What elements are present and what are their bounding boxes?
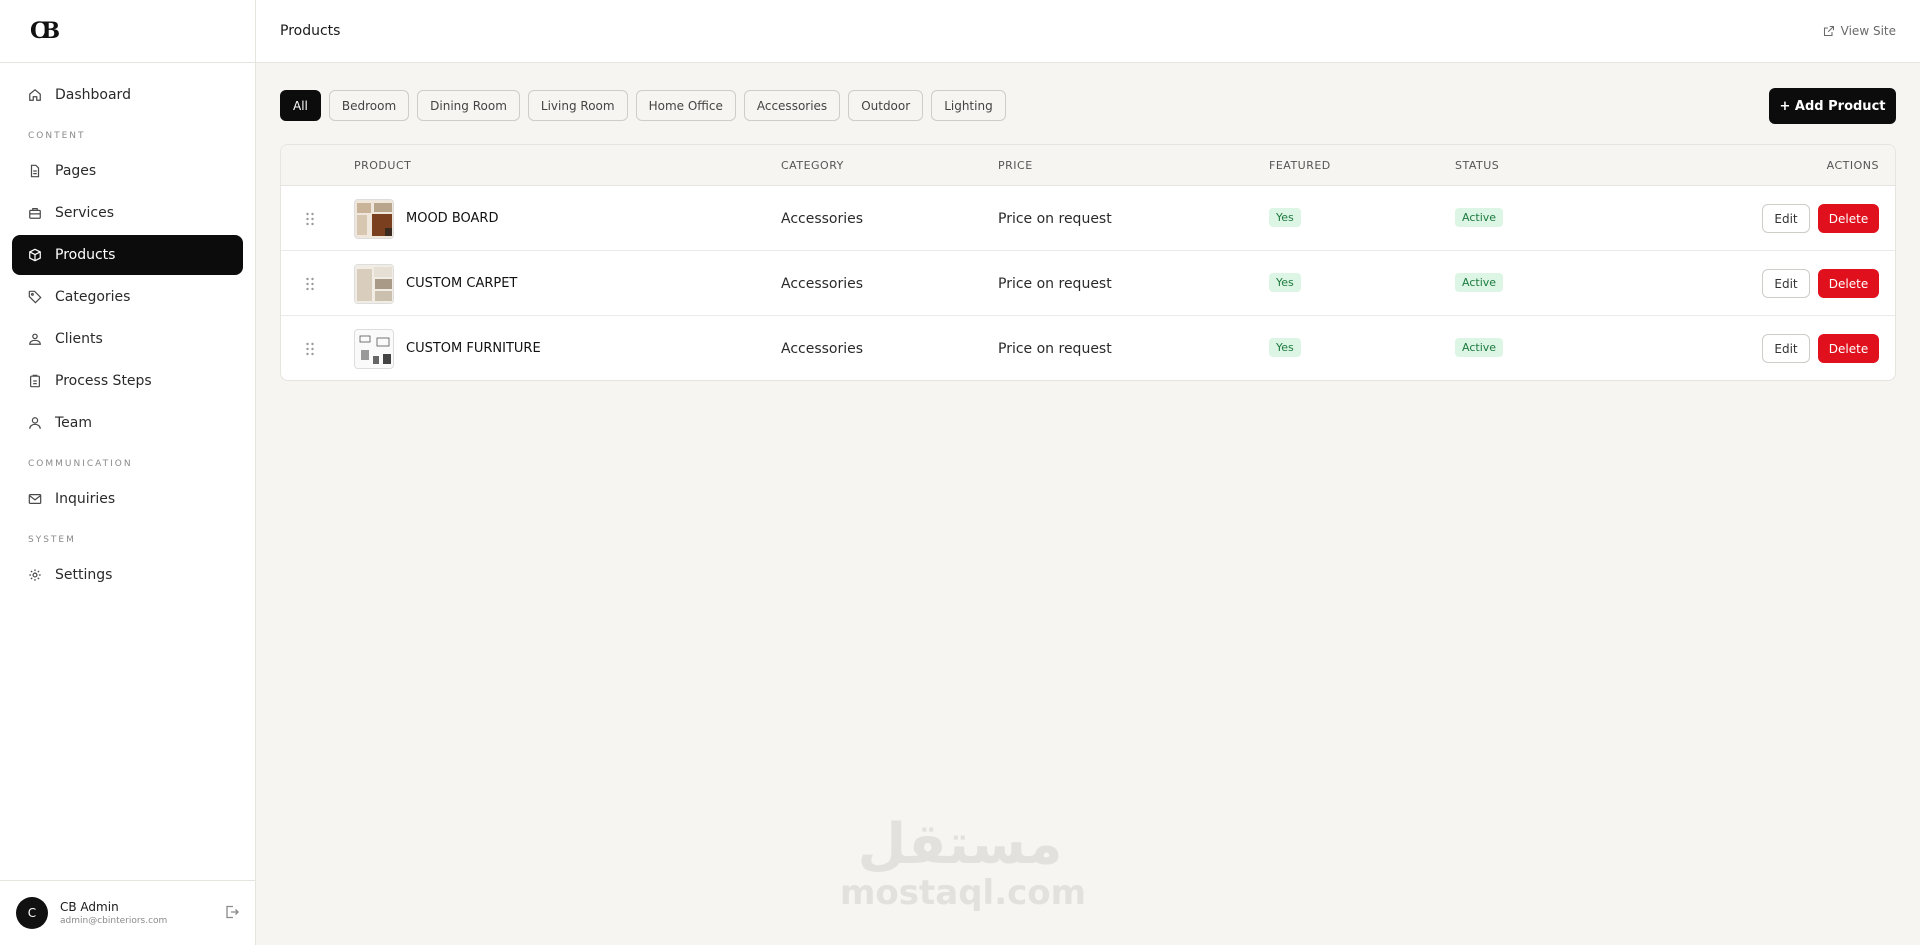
column-header-category[interactable]: CATEGORY (781, 159, 844, 172)
view-site-link[interactable]: View Site (1823, 24, 1896, 38)
sidebar-item-label: Services (55, 205, 115, 221)
edit-button[interactable]: Edit (1762, 269, 1810, 298)
section-content: CONTENT (28, 131, 86, 141)
sidebar-item-products[interactable]: Products (12, 235, 243, 275)
product-category: Accessories (781, 276, 864, 292)
product-thumbnail (354, 329, 394, 369)
table-row: CUSTOM CARPET Accessories Price on reque… (281, 251, 1895, 316)
logout-icon[interactable] (224, 904, 240, 920)
column-header-price[interactable]: PRICE (998, 159, 1033, 172)
edit-button[interactable]: Edit (1762, 204, 1810, 233)
home-icon (28, 88, 42, 102)
sidebar-item-label: Categories (55, 289, 131, 305)
user-name: CB Admin (60, 900, 119, 914)
filter-accessories[interactable]: Accessories (743, 90, 841, 121)
table-row: MOOD BOARD Accessories Price on request … (281, 186, 1895, 251)
section-system: SYSTEM (28, 535, 76, 545)
product-price: Price on request (998, 276, 1112, 292)
delete-button[interactable]: Delete (1818, 204, 1879, 233)
file-icon (28, 164, 42, 178)
filter-lighting[interactable]: Lighting (931, 90, 1006, 121)
sidebar-item-inquiries[interactable]: Inquiries (12, 479, 243, 519)
sidebar-item-label: Clients (55, 331, 103, 347)
delete-button[interactable]: Delete (1818, 334, 1879, 363)
product-name: MOOD BOARD (406, 211, 499, 226)
filter-outdoor[interactable]: Outdoor (848, 90, 924, 121)
user-email: admin@cbinteriors.com (60, 916, 168, 926)
sidebar-item-label: Products (55, 247, 116, 263)
view-site-label: View Site (1840, 24, 1896, 38)
section-communication: COMMUNICATION (28, 459, 133, 469)
add-product-button[interactable]: + Add Product (1769, 88, 1896, 124)
logo[interactable]: CB (30, 18, 60, 44)
sidebar-item-team[interactable]: Team (12, 403, 243, 443)
filter-bedroom[interactable]: Bedroom (328, 90, 410, 121)
product-name: CUSTOM CARPET (406, 276, 518, 291)
sidebar-item-label: Pages (55, 163, 97, 179)
top-header: Products View Site (256, 0, 1920, 63)
drag-handle-icon[interactable] (305, 341, 315, 356)
sidebar-item-pages[interactable]: Pages (12, 151, 243, 191)
gear-icon (28, 568, 42, 582)
users-icon (28, 332, 42, 346)
products-table: PRODUCT CATEGORY PRICE FEATURED STATUS A… (280, 144, 1896, 381)
product-category: Accessories (781, 211, 864, 227)
sidebar-item-process-steps[interactable]: Process Steps (12, 361, 243, 401)
drag-handle-icon[interactable] (305, 276, 315, 291)
external-link-icon (1823, 25, 1834, 37)
featured-badge: Yes (1269, 208, 1301, 227)
filter-all[interactable]: All (280, 90, 321, 121)
product-thumbnail (354, 264, 394, 304)
watermark-latin: mostaql.com (840, 873, 1087, 913)
status-badge: Active (1455, 338, 1504, 357)
product-price: Price on request (998, 211, 1112, 227)
sidebar-item-label: Team (55, 415, 93, 431)
sidebar-item-categories[interactable]: Categories (12, 277, 243, 317)
table-row: CUSTOM FURNITURE Accessories Price on re… (281, 316, 1895, 380)
sidebar-item-settings[interactable]: Settings (12, 555, 243, 595)
watermark-arabic: مستقل (857, 812, 1063, 877)
team-icon (28, 416, 42, 430)
sidebar-item-services[interactable]: Services (12, 193, 243, 233)
status-badge: Active (1455, 273, 1504, 292)
filter-home-office[interactable]: Home Office (635, 90, 736, 121)
sidebar-item-label: Dashboard (55, 87, 131, 103)
watermark: مستقل mostaql.com (840, 812, 1087, 913)
user-profile: C CB Admin admin@cbinteriors.com (0, 880, 256, 945)
clipboard-icon (28, 374, 42, 388)
edit-button[interactable]: Edit (1762, 334, 1810, 363)
column-header-status[interactable]: STATUS (1455, 159, 1499, 172)
sidebar-item-clients[interactable]: Clients (12, 319, 243, 359)
sidebar-nav: Dashboard CONTENT Pages Services Product… (0, 63, 255, 595)
product-thumbnail (354, 199, 394, 239)
sidebar: CB Dashboard CONTENT Pages Services Prod… (0, 0, 256, 945)
product-name: CUSTOM FURNITURE (406, 341, 541, 356)
product-price: Price on request (998, 341, 1112, 357)
mail-icon (28, 492, 42, 506)
box-icon (28, 248, 42, 262)
sidebar-item-label: Settings (55, 567, 113, 583)
filter-dining-room[interactable]: Dining Room (417, 90, 520, 121)
tag-icon (28, 290, 42, 304)
logo-area: CB (0, 0, 255, 63)
sidebar-item-label: Inquiries (55, 491, 116, 507)
user-info: CB Admin admin@cbinteriors.com (60, 900, 167, 926)
status-badge: Active (1455, 208, 1504, 227)
page-title: Products (280, 23, 341, 39)
featured-badge: Yes (1269, 273, 1301, 292)
column-header-product[interactable]: PRODUCT (354, 159, 411, 172)
briefcase-icon (28, 206, 42, 220)
filter-living-room[interactable]: Living Room (527, 90, 628, 121)
featured-badge: Yes (1269, 338, 1301, 357)
table-header: PRODUCT CATEGORY PRICE FEATURED STATUS A… (281, 145, 1895, 186)
column-header-featured[interactable]: FEATURED (1269, 159, 1331, 172)
category-filters: All Bedroom Dining Room Living Room Home… (280, 90, 1014, 121)
avatar: C (16, 897, 48, 929)
sidebar-item-dashboard[interactable]: Dashboard (12, 75, 243, 115)
product-category: Accessories (781, 341, 864, 357)
sidebar-item-label: Process Steps (55, 373, 152, 389)
drag-handle-icon[interactable] (305, 211, 315, 226)
delete-button[interactable]: Delete (1818, 269, 1879, 298)
column-header-actions: ACTIONS (1826, 159, 1879, 172)
